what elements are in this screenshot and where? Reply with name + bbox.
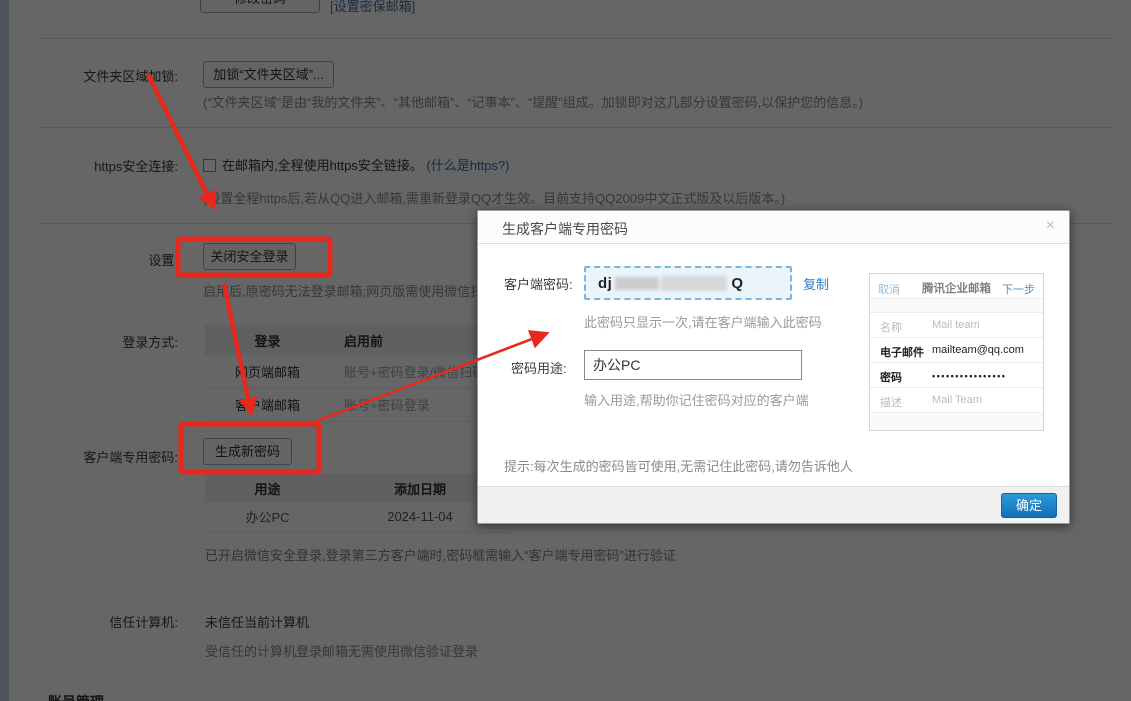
client-field-row: 电子邮件 mailteam@qq.com [870, 338, 1043, 363]
usage-field-label: 密码用途: [511, 361, 567, 376]
password-masked-segment [661, 275, 728, 291]
copy-password-link[interactable]: 复制 [803, 274, 829, 293]
client-preview-spacer [870, 299, 1043, 313]
usage-note: 输入用途,帮助你记住密码对应的客户端 [584, 393, 809, 408]
dialog-titlebar: 生成客户端专用密码 × [478, 211, 1069, 244]
client-next-label: 下一步 [1002, 284, 1035, 296]
generated-password-box: dj Q [584, 266, 792, 300]
dialog-title: 生成客户端专用密码 [502, 221, 628, 237]
password-usage-input[interactable] [584, 350, 802, 380]
field-label: 描述 [880, 397, 902, 409]
dialog-tip: 提示:每次生成的密码皆可使用,无需记住此密码,请勿告诉他人 [504, 459, 853, 474]
client-field-row: 描述 Mail Team [870, 388, 1043, 413]
client-password-field-label: 客户端密码: [504, 277, 573, 292]
client-preview-footer [870, 413, 1043, 430]
password-display-note: 此密码只显示一次,请在客户端输入此密码 [584, 315, 822, 330]
password-masked-segment [615, 276, 660, 290]
mail-client-preview: 取消 腾讯企业邮箱 下一步 名称 Mail team 电子邮件 mailteam… [869, 273, 1044, 431]
password-suffix: Q [731, 274, 744, 292]
password-prefix: dj [598, 274, 613, 292]
dialog-footer: 确定 [478, 486, 1069, 523]
close-icon[interactable]: × [1046, 217, 1055, 235]
ok-button[interactable]: 确定 [1001, 493, 1057, 518]
client-field-row: 密码 •••••••••••••••• [870, 363, 1043, 388]
client-preview-header: 取消 腾讯企业邮箱 下一步 [870, 274, 1043, 299]
field-value: •••••••••••••••• [932, 371, 1007, 381]
field-label: 密码 [880, 372, 902, 384]
field-label: 电子邮件 [880, 347, 924, 359]
field-label: 名称 [880, 322, 902, 334]
field-value: mailteam@qq.com [932, 344, 1024, 356]
client-field-row: 名称 Mail team [870, 313, 1043, 338]
generate-client-password-dialog: 生成客户端专用密码 × 客户端密码: dj Q 复制 此密码只显示一次,请在客户… [477, 210, 1070, 524]
field-value: Mail Team [932, 394, 982, 406]
field-value: Mail team [932, 319, 980, 331]
